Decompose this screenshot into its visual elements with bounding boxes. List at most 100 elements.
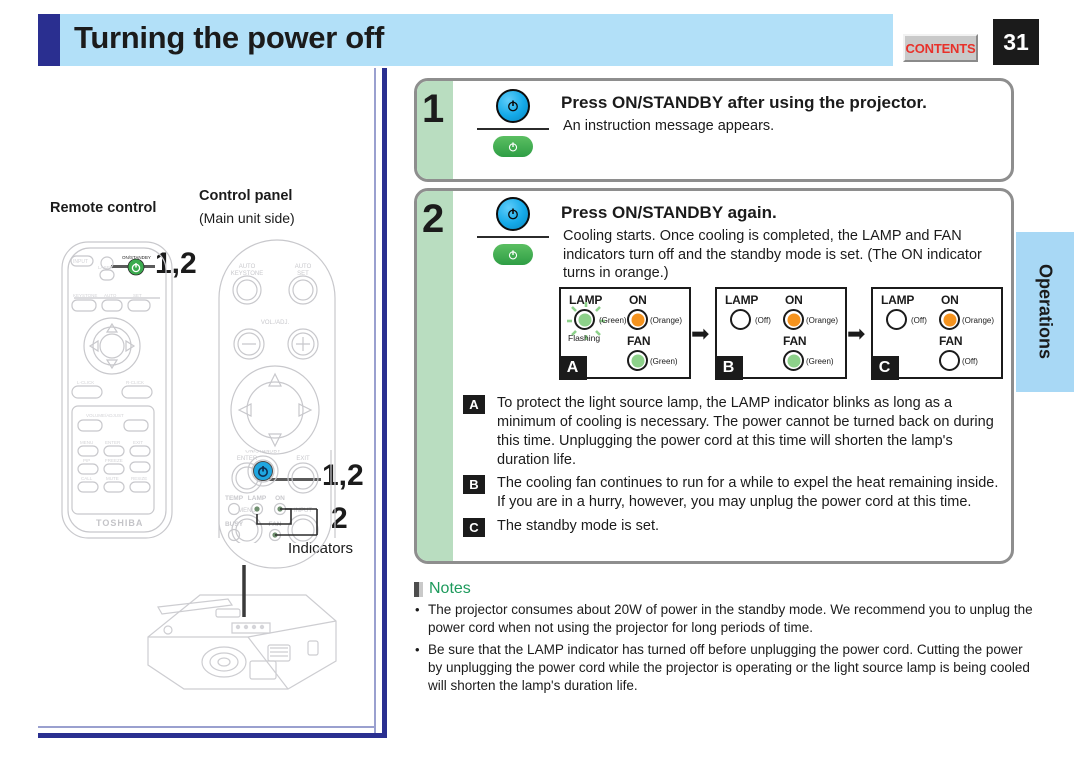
indicator-explanation-list: A To protect the light source lamp, the … (463, 394, 1003, 541)
on-state-text: (Orange) (650, 316, 683, 325)
section-tab-operations: Operations (1016, 232, 1074, 392)
power-glyph-icon (508, 100, 518, 112)
lamp-label: LAMP (881, 293, 915, 307)
svg-text:LASER: LASER (98, 265, 114, 270)
led-core (787, 313, 800, 326)
svg-text:PIP: PIP (83, 458, 90, 463)
step-1-title: Press ON/STANDBY after using the project… (561, 93, 927, 112)
manual-page: Turning the power off CONTENTS 31 Operat… (0, 0, 1080, 764)
explanation-tag-a: A (463, 395, 485, 414)
svg-text:L-CLICK: L-CLICK (77, 380, 94, 385)
on-led-orange (783, 309, 804, 330)
on-label: ON (785, 293, 803, 307)
on-led-orange (939, 309, 960, 330)
explanation-text-b: The cooling fan continues to run for a w… (497, 475, 999, 511)
lamp-label: LAMP (725, 293, 759, 307)
led-core (943, 354, 956, 367)
step-1-button-icons (477, 89, 549, 157)
explanation-text-a: To protect the light source lamp, the LA… (497, 395, 994, 468)
explanation-item-b: B The cooling fan continues to run for a… (463, 474, 1003, 512)
fan-led-off (939, 350, 960, 371)
svg-text:ON: ON (275, 495, 285, 502)
frame-horizontal-outer (38, 733, 387, 738)
step-2-button-icons (477, 197, 549, 265)
indicator-box-a: LAMP (Green) Flashing ON (Orange) FAN (G… (558, 287, 691, 380)
page-number-label: 31 (1003, 28, 1029, 55)
frame-vertical-outer (382, 68, 387, 738)
svg-text:TEMP: TEMP (225, 495, 244, 502)
fan-state-text: (Green) (650, 357, 678, 366)
fan-led-green (627, 350, 648, 371)
svg-text:VOLUME/ADJUST: VOLUME/ADJUST (86, 413, 124, 418)
control-panel-sublabel: (Main unit side) (199, 210, 295, 226)
explanation-tag-b: B (463, 475, 485, 495)
step-2-number: 2 (422, 197, 445, 241)
fan-state-text: (Green) (806, 357, 834, 366)
lamp-led-off (730, 309, 751, 330)
svg-text:INPUT: INPUT (73, 259, 88, 265)
step-2-accent-band (417, 191, 453, 561)
explanation-item-c: C The standby mode is set. (463, 517, 1003, 538)
svg-text:SET: SET (297, 271, 309, 277)
remote-control-label: Remote control (50, 200, 157, 216)
svg-text:ENTER: ENTER (105, 440, 121, 445)
frame-horizontal-inner (38, 726, 376, 728)
led-core (631, 354, 644, 367)
remote-power-button-icon (496, 197, 530, 231)
remote-control-illustration: INPUT LASER KEYSTONE AUTO SET L-CLICK R-… (61, 241, 173, 539)
svg-text:R-CLICK: R-CLICK (126, 380, 144, 385)
fan-state-text: (Off) (962, 357, 978, 366)
svg-text:ON/STANDBY: ON/STANDBY (245, 450, 281, 455)
svg-text:AUTO: AUTO (239, 264, 256, 270)
panel-on-standby-button: ON/STANDBY (245, 450, 281, 481)
on-state-text: (Orange) (806, 316, 839, 325)
notes-section: Notes The projector consumes about 20W o… (414, 580, 1034, 699)
fan-led-green (783, 350, 804, 371)
svg-text:LAMP: LAMP (248, 495, 267, 502)
on-label: ON (941, 293, 959, 307)
explanation-item-a: A To protect the light source lamp, the … (463, 394, 1003, 469)
notes-heading-label: Notes (429, 580, 471, 597)
lamp-state-text: (Off) (911, 316, 927, 325)
indicator-box-b-tag: B (714, 355, 743, 380)
panel-power-button-icon (493, 244, 533, 265)
on-state-text: (Orange) (962, 316, 995, 325)
svg-text:AUTO: AUTO (104, 293, 117, 298)
step-2-subtitle: Cooling starts. Once cooling is complete… (563, 228, 982, 282)
indicator-box-c-tag: C (870, 355, 899, 380)
svg-text:KEYSTONE: KEYSTONE (73, 293, 97, 298)
step-1-number: 1 (422, 87, 445, 131)
lamp-led-green (567, 302, 605, 340)
frame-vertical-inner (374, 68, 376, 733)
control-panel-indicators-illustration: TEMP LAMP ON BUSY FAN ON/STANDBY (218, 450, 332, 569)
svg-text:EXIT: EXIT (133, 440, 143, 445)
lamp-label: LAMP (569, 293, 603, 307)
note-item: The projector consumes about 20W of powe… (414, 601, 1034, 637)
lamp-led-off (886, 309, 907, 330)
led-core (631, 313, 644, 326)
svg-text:KEYSTONE: KEYSTONE (231, 271, 264, 277)
indicator-leader-lines (256, 508, 318, 536)
lamp-state-text: (Off) (755, 316, 771, 325)
remote-power-button-icon (496, 89, 530, 123)
svg-text:FREEZE: FREEZE (105, 458, 123, 463)
fan-label: FAN (783, 334, 807, 348)
indicator-box-b: LAMP (Off) ON (Orange) FAN (Green) B (714, 287, 847, 380)
icon-separator-rule (477, 128, 549, 130)
panel-power-button-icon (493, 136, 533, 157)
svg-text:AUTO: AUTO (295, 264, 312, 270)
explanation-text-c: The standby mode is set. (497, 518, 659, 535)
icon-separator-rule (477, 236, 549, 238)
svg-text:CALL: CALL (81, 476, 93, 481)
power-glyph-icon (508, 208, 518, 220)
notes-heading: Notes (414, 580, 1034, 598)
step-1-box: 1 Press ON/STANDBY after using the proje… (414, 78, 1014, 182)
led-core (787, 354, 800, 367)
svg-text:MUTE: MUTE (106, 476, 119, 481)
remote-on-standby-button: ON/STANDBY (122, 255, 151, 276)
contents-button-label: CONTENTS (905, 40, 976, 56)
contents-button[interactable]: CONTENTS (903, 34, 978, 62)
fan-label: FAN (627, 334, 651, 348)
projector-illustration (147, 565, 337, 690)
svg-text:TOSHIBA: TOSHIBA (96, 518, 143, 528)
